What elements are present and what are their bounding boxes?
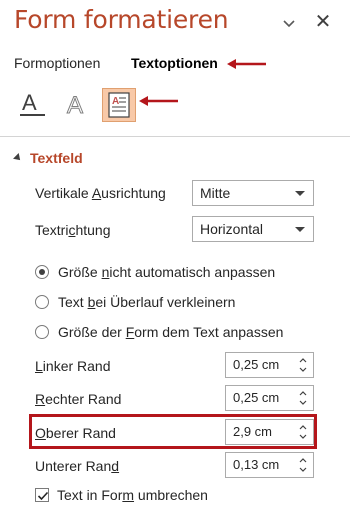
left-margin-label: Linker Rand [35,358,111,374]
bottom-margin-spinner[interactable]: 0,13 cm [225,452,314,478]
bottom-margin-value: 0,13 cm [233,457,280,472]
section-divider [0,136,350,137]
radio-resize-shape[interactable]: Größe der Form dem Text anpassen [35,324,283,340]
right-margin-label: Rechter Rand [35,391,122,407]
spin-arrows-icon[interactable] [298,456,308,474]
text-direction-value: Horizontal [200,221,264,237]
annotation-arrow-tab [227,57,267,73]
section-title: Textfeld [30,150,83,166]
wrap-text-checkbox-row[interactable]: Text in Form umbrechen [35,487,208,503]
spin-arrows-icon[interactable] [298,389,308,407]
textbox-icon[interactable]: A [102,88,136,122]
right-margin-spinner[interactable]: 0,25 cm [225,385,314,411]
text-fill-outline-icon[interactable]: A [16,88,50,122]
left-margin-spinner[interactable]: 0,25 cm [225,352,314,378]
right-margin-value: 0,25 cm [233,390,280,405]
left-margin-value: 0,25 cm [233,357,280,372]
tab-formoptionen[interactable]: Formoptionen [14,55,100,71]
dropdown-arrow-icon [295,227,305,232]
bottom-margin-label: Unterer Rand [35,458,120,474]
annotation-highlight-box [29,414,317,449]
vertical-alignment-value: Mitte [200,185,231,201]
vertical-alignment-label: Vertikale Ausrichtung [35,185,166,201]
pane-options-chevron-icon[interactable] [283,15,295,28]
vertical-alignment-select[interactable]: Mitte [192,180,314,206]
spin-arrows-icon[interactable] [298,356,308,374]
svg-text:A: A [67,92,83,119]
svg-text:A: A [112,96,119,107]
section-textfeld[interactable]: Textfeld [13,150,83,166]
radio-button[interactable] [35,295,49,309]
radio-button-selected[interactable] [35,265,49,279]
radio-shrink-on-overflow[interactable]: Text bei Überlauf verkleinern [35,294,235,310]
close-pane-button[interactable]: ✕ [313,11,333,31]
text-effects-icon[interactable]: A [60,88,94,122]
annotation-arrow-icon [139,94,179,110]
tab-textoptionen[interactable]: Textoptionen [131,55,218,71]
svg-text:A: A [22,90,37,115]
text-direction-label: Textrichtung [35,222,111,238]
pane-title: Form formatieren [14,5,229,34]
text-direction-select[interactable]: Horizontal [192,216,314,242]
dropdown-arrow-icon [295,191,305,196]
radio-button[interactable] [35,325,49,339]
collapse-triangle-icon [13,153,23,163]
wrap-text-checkbox[interactable] [35,488,49,502]
radio-no-autofit[interactable]: Größe nicht automatisch anpassen [35,264,275,280]
